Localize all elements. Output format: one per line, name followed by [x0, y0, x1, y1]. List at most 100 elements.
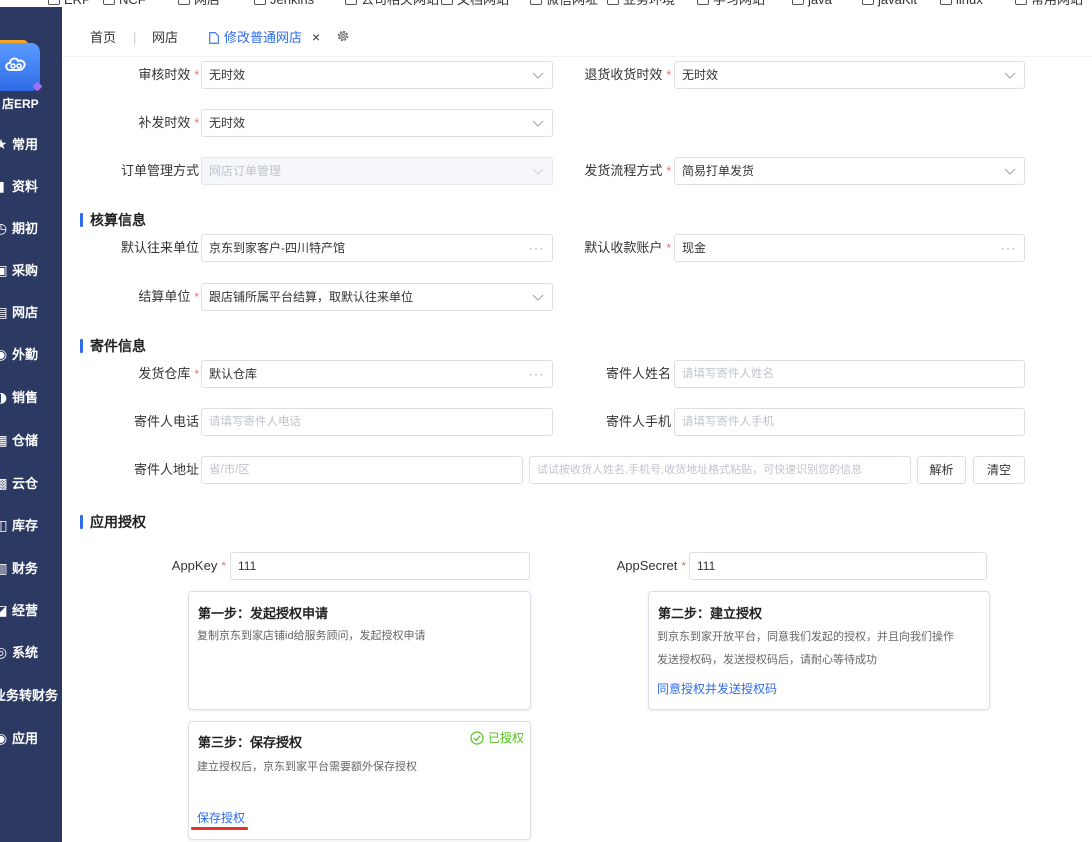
- shipping-warehouse-picker[interactable]: 默认仓库 ···: [201, 360, 553, 388]
- bookmark-folder[interactable]: 常用网站: [1015, 0, 1083, 7]
- save-authorization-link[interactable]: 保存授权: [197, 810, 245, 826]
- field-label-text: 寄件人地址: [133, 462, 199, 477]
- sidebar-item-label: 业务转财务: [0, 688, 59, 703]
- folder-icon: [697, 0, 709, 6]
- clear-button[interactable]: 清空: [973, 456, 1025, 484]
- tab-bar: 首页 | 网店 修改普通网店 ×: [62, 7, 1092, 57]
- sidebar-item-operations[interactable]: ◪ 经营: [0, 601, 62, 621]
- chevron-down-icon: [532, 120, 544, 127]
- required-mark: *: [194, 68, 199, 82]
- field-label-text: 默认往来单位: [120, 240, 199, 255]
- field-label-text: 寄件人姓名: [605, 366, 671, 381]
- sidebar-item-data[interactable]: ▮ 资料: [0, 177, 62, 197]
- annotation-underline: [191, 827, 248, 830]
- bookmark-folder[interactable]: 学习网站: [697, 0, 765, 7]
- step-title: 第二步：建立授权: [658, 606, 763, 621]
- sender-mobile-input[interactable]: [674, 408, 1025, 436]
- select-value: 网店订单管理: [209, 164, 282, 178]
- bookmark-label: 网店: [194, 0, 220, 7]
- parse-button[interactable]: 解析: [917, 456, 966, 484]
- sidebar-item-purchase[interactable]: ▣ 采购: [0, 261, 62, 281]
- authorized-status-badge: 已授权: [470, 730, 524, 746]
- sidebar-item-sales[interactable]: ◑ 销售: [0, 388, 62, 408]
- sales-icon: ◑: [0, 390, 8, 406]
- agree-and-send-code-link[interactable]: 同意授权并发送授权码: [657, 681, 777, 697]
- sidebar-item-inventory[interactable]: ◫ 库存: [0, 516, 62, 536]
- field-label-text: 补发时效: [138, 115, 191, 130]
- chevron-down-icon: [1004, 168, 1016, 175]
- bookmark-folder[interactable]: 文档网站: [441, 0, 509, 7]
- shipping-process-mode-select[interactable]: 简易打单发货: [674, 157, 1025, 185]
- tab-online-store[interactable]: 网店: [152, 29, 178, 47]
- audit-timeliness-select[interactable]: 无时效: [201, 61, 553, 89]
- sidebar-item-opening[interactable]: ◷ 期初: [0, 219, 62, 239]
- select-value: 跟店铺所属平台结算，取默认往来单位: [209, 290, 414, 304]
- app-secret-input[interactable]: [689, 552, 987, 580]
- star-icon: ★: [0, 137, 8, 153]
- folder-icon: [792, 0, 804, 6]
- sidebar-item-label: 资料: [12, 179, 39, 194]
- chevron-down-icon: [532, 294, 544, 301]
- address-paste-input[interactable]: [529, 456, 911, 484]
- sender-name-label: 寄件人姓名: [532, 360, 671, 388]
- step-description: 复制京东到家店铺id给服务顾问，发起授权申请: [197, 630, 426, 642]
- picker-value: 现金: [682, 241, 707, 255]
- section-accent-bar: [80, 515, 83, 529]
- sidebar-item-common[interactable]: ★ 常用: [0, 135, 62, 155]
- bookmark-folder[interactable]: ERP: [48, 0, 91, 7]
- reship-timeliness-label: 补发时效 *: [60, 109, 199, 137]
- more-icon[interactable]: ···: [1001, 235, 1016, 261]
- step-title: 第三步：保存授权: [198, 735, 303, 750]
- sidebar-item-storage[interactable]: ▦ 仓储: [0, 431, 62, 451]
- sidebar-item-online-store[interactable]: ▤ 网店: [0, 303, 62, 323]
- sender-name-input[interactable]: [674, 360, 1025, 388]
- sender-phone-label: 寄件人电话: [60, 408, 199, 436]
- region-input[interactable]: [201, 456, 523, 484]
- auth-step-3-card: 第三步：保存授权 已授权 建立授权后，京东到家平台需要额外保存授权 保存授权: [188, 721, 531, 840]
- sidebar-item-label: 期初: [12, 221, 39, 236]
- bookmark-folder[interactable]: linux: [940, 0, 983, 7]
- sidebar-item-business-to-finance[interactable]: 业务转财务: [0, 686, 62, 706]
- auth-step-1-card: 第一步：发起授权申请 复制京东到家店铺id给服务顾问，发起授权申请: [188, 591, 531, 710]
- sidebar-item-label: 网店: [12, 305, 39, 320]
- bookmark-folder[interactable]: 公司相关网站: [345, 0, 439, 7]
- bookmark-folder[interactable]: java: [792, 0, 832, 7]
- close-icon[interactable]: ×: [312, 28, 320, 46]
- sender-address-label: 寄件人地址: [60, 456, 199, 484]
- sidebar-item-cloud-warehouse[interactable]: ▩ 云仓: [0, 474, 62, 494]
- folder-icon: [940, 0, 952, 6]
- bookmark-folder[interactable]: 网店: [178, 0, 220, 7]
- sidebar-item-field-work[interactable]: ◉ 外勤: [0, 345, 62, 365]
- app-key-input[interactable]: [230, 552, 530, 580]
- reship-timeliness-select[interactable]: 无时效: [201, 109, 553, 137]
- gear-icon[interactable]: [336, 29, 350, 43]
- section-accent-bar: [80, 339, 83, 353]
- bookmark-folder[interactable]: 微信网址: [530, 0, 598, 7]
- tab-edit-store[interactable]: 修改普通网店 ×: [205, 27, 329, 49]
- default-partner-picker[interactable]: 京东到家客户-四川特产馆 ···: [201, 234, 553, 262]
- tab-home[interactable]: 首页: [90, 29, 116, 47]
- chart-icon: ▮: [0, 179, 5, 195]
- return-receipt-timeliness-select[interactable]: 无时效: [674, 61, 1025, 89]
- sidebar-item-system[interactable]: ◎ 系统: [0, 643, 62, 663]
- bookmark-label: NCF: [119, 0, 146, 7]
- finance-icon: ▥: [0, 561, 8, 577]
- sidebar-item-label: 库存: [12, 518, 39, 533]
- required-mark: *: [681, 559, 686, 573]
- section-app-auth: 应用授权: [80, 513, 280, 531]
- settlement-unit-select[interactable]: 跟店铺所属平台结算，取默认往来单位: [201, 283, 553, 311]
- business-icon: ◪: [0, 603, 8, 619]
- brand-name: 店ERP: [2, 97, 39, 111]
- default-account-picker[interactable]: 现金 ···: [674, 234, 1025, 262]
- step-title: 第一步：发起授权申请: [198, 606, 329, 621]
- sidebar-item-apps[interactable]: ◉ 应用: [0, 729, 62, 749]
- bookmark-folder[interactable]: javaKit: [862, 0, 917, 7]
- sidebar-item-finance[interactable]: ▥ 财务: [0, 559, 62, 579]
- tab-label: 修改普通网店: [224, 30, 303, 45]
- bookmark-folder[interactable]: 业务环境: [607, 0, 675, 7]
- bookmark-folder[interactable]: Jenkins: [254, 0, 314, 7]
- select-value: 无时效: [209, 68, 246, 82]
- bookmark-folder[interactable]: NCF: [103, 0, 146, 7]
- clock-icon: ◷: [0, 221, 8, 237]
- sender-phone-input[interactable]: [201, 408, 553, 436]
